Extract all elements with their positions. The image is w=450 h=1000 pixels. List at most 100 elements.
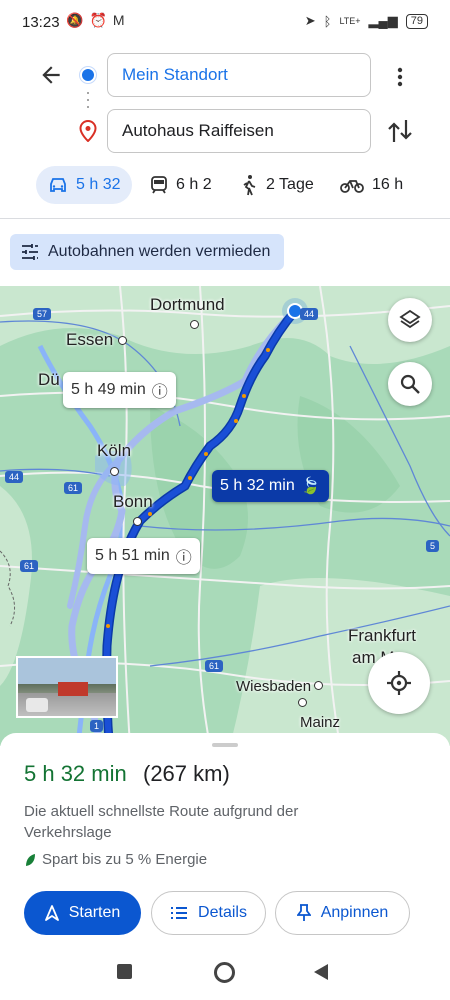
alt-route-bubble-2[interactable]: 5 h 51 min ⓘ — [87, 538, 200, 574]
battery-icon: 79 — [405, 13, 428, 29]
status-notification-icons: 🔕 ⏰ M — [66, 12, 125, 29]
road-shield: 57 — [33, 308, 52, 320]
origin-dot-icon — [82, 69, 94, 81]
rotate-360-icon — [26, 698, 48, 712]
tune-icon — [22, 244, 38, 260]
arrow-back-icon — [42, 66, 60, 84]
bike-icon — [340, 180, 364, 193]
city-label: Frankfurt — [348, 626, 417, 645]
header-divider — [0, 218, 450, 219]
road-shield: 61 — [205, 660, 224, 672]
road-shield: 61 — [64, 482, 83, 494]
city-label: Wiesbaden — [236, 678, 312, 695]
mute-icon: 🔕 — [66, 12, 84, 28]
back-button[interactable] — [38, 62, 64, 88]
road-shield: 61 — [20, 560, 39, 572]
swap-vert-icon — [388, 120, 412, 142]
road-shield: 5 — [426, 540, 440, 552]
mail-icon: M — [112, 12, 125, 28]
my-location-button[interactable] — [368, 652, 430, 714]
recent-apps-button[interactable] — [117, 964, 132, 979]
origin-field[interactable]: Mein Standort — [107, 53, 371, 97]
system-back-button[interactable] — [312, 962, 330, 987]
tab-transit[interactable]: 6 h 2 — [150, 166, 212, 204]
road-shield: 1 — [90, 720, 104, 732]
city-label: Dortmund — [150, 295, 225, 314]
drag-handle[interactable] — [212, 743, 238, 747]
search-along-route-button[interactable] — [388, 362, 432, 406]
energy-savings: Spart bis zu 5 % Energie — [24, 851, 207, 868]
layers-icon — [399, 309, 421, 329]
alarm-icon: ⏰ — [89, 12, 107, 28]
home-button[interactable] — [214, 962, 235, 983]
search-icon — [400, 374, 420, 394]
primary-route-bubble[interactable]: 5 h 32 min 🍃 — [212, 470, 329, 502]
route-distance: (267 km) — [143, 761, 230, 786]
car-icon — [50, 178, 66, 192]
start-button-label: Starten — [68, 904, 121, 921]
info-icon: ⓘ — [151, 384, 168, 401]
location-arrow-icon: ➤ — [304, 13, 316, 28]
tab-car[interactable]: 5 h 32 — [36, 166, 133, 204]
alt-route-bubble-1[interactable]: 5 h 49 min ⓘ — [63, 372, 176, 408]
tab-bike[interactable]: 16 h — [340, 166, 403, 204]
city-marker — [133, 517, 142, 526]
city-marker — [110, 467, 119, 476]
destination-pin-icon — [79, 119, 97, 147]
list-icon — [171, 907, 188, 919]
road-shield: 44 — [5, 471, 24, 483]
city-label: Dü — [38, 370, 60, 389]
signal-icon: ▂▄▆ — [368, 13, 398, 28]
more-vert-icon — [397, 67, 403, 87]
tab-car-label: 5 h 32 — [76, 176, 121, 193]
route-description: Die aktuell schnellste Route aufgrund de… — [24, 803, 299, 841]
status-time: 13:23 — [22, 14, 60, 31]
primary-route-duration: 5 h 32 min — [220, 477, 295, 494]
tab-transit-label: 6 h 2 — [176, 176, 212, 193]
city-label: Köln — [97, 441, 132, 460]
city-label: Essen — [66, 330, 114, 349]
details-button-label: Details — [198, 904, 247, 921]
city-label: Mainz — [300, 714, 341, 731]
route-summary-sheet[interactable]: 5 h 32 min (267 km) Die aktuell schnells… — [0, 733, 450, 953]
destination-field[interactable]: Autohaus Raiffeisen — [107, 109, 371, 153]
city-marker — [314, 681, 323, 690]
street-view-car — [58, 682, 88, 696]
city-marker — [298, 698, 307, 707]
swap-route-button[interactable] — [384, 116, 416, 146]
energy-savings-label: Spart bis zu 5 % Energie — [42, 851, 208, 868]
navigation-arrow-icon — [44, 905, 59, 921]
pin-button-label: Anpinnen — [320, 904, 389, 921]
map-view[interactable]: Dortmund Essen Dü Köln Bonn Frankfurt am… — [0, 286, 450, 746]
leaf-icon — [26, 853, 35, 866]
road-shield: 44 — [300, 308, 319, 320]
system-navigation-bar — [0, 950, 450, 1000]
route-options-chip[interactable]: Autobahnen werden vermieden — [10, 234, 285, 270]
start-navigation-button[interactable]: Starten — [24, 891, 141, 935]
network-label: LTE+ — [339, 16, 361, 26]
city-marker — [118, 336, 127, 345]
triangle-back-icon — [314, 964, 328, 980]
train-icon — [151, 176, 167, 194]
layers-button[interactable] — [388, 298, 432, 342]
more-options-button[interactable] — [390, 63, 410, 91]
route-options-label: Autobahnen werden vermieden — [48, 243, 271, 260]
leaf-icon: 🍃 — [300, 478, 321, 495]
tab-walk[interactable]: 2 Tage — [240, 166, 314, 204]
street-view-thumbnail[interactable] — [16, 656, 118, 718]
travel-mode-tabs: 5 h 32 6 h 2 2 Tage 16 h — [0, 166, 450, 208]
details-button[interactable]: Details — [151, 891, 266, 935]
walk-icon — [243, 175, 256, 196]
pushpin-icon — [296, 904, 311, 921]
status-system-icons: ➤ ᛒ LTE+ ▂▄▆ 79 — [305, 13, 428, 29]
alt-route-duration: 5 h 51 min — [95, 547, 170, 564]
tab-bike-label: 16 h — [372, 176, 404, 193]
alt-route-duration: 5 h 49 min — [71, 381, 146, 398]
crosshair-icon — [387, 671, 411, 695]
pin-button[interactable]: Anpinnen — [275, 891, 410, 935]
route-connector-dots — [87, 92, 89, 113]
info-icon: ⓘ — [175, 550, 192, 567]
city-label: Bonn — [113, 492, 153, 511]
route-duration: 5 h 32 min — [24, 761, 127, 786]
bluetooth-icon: ᛒ — [323, 13, 332, 29]
